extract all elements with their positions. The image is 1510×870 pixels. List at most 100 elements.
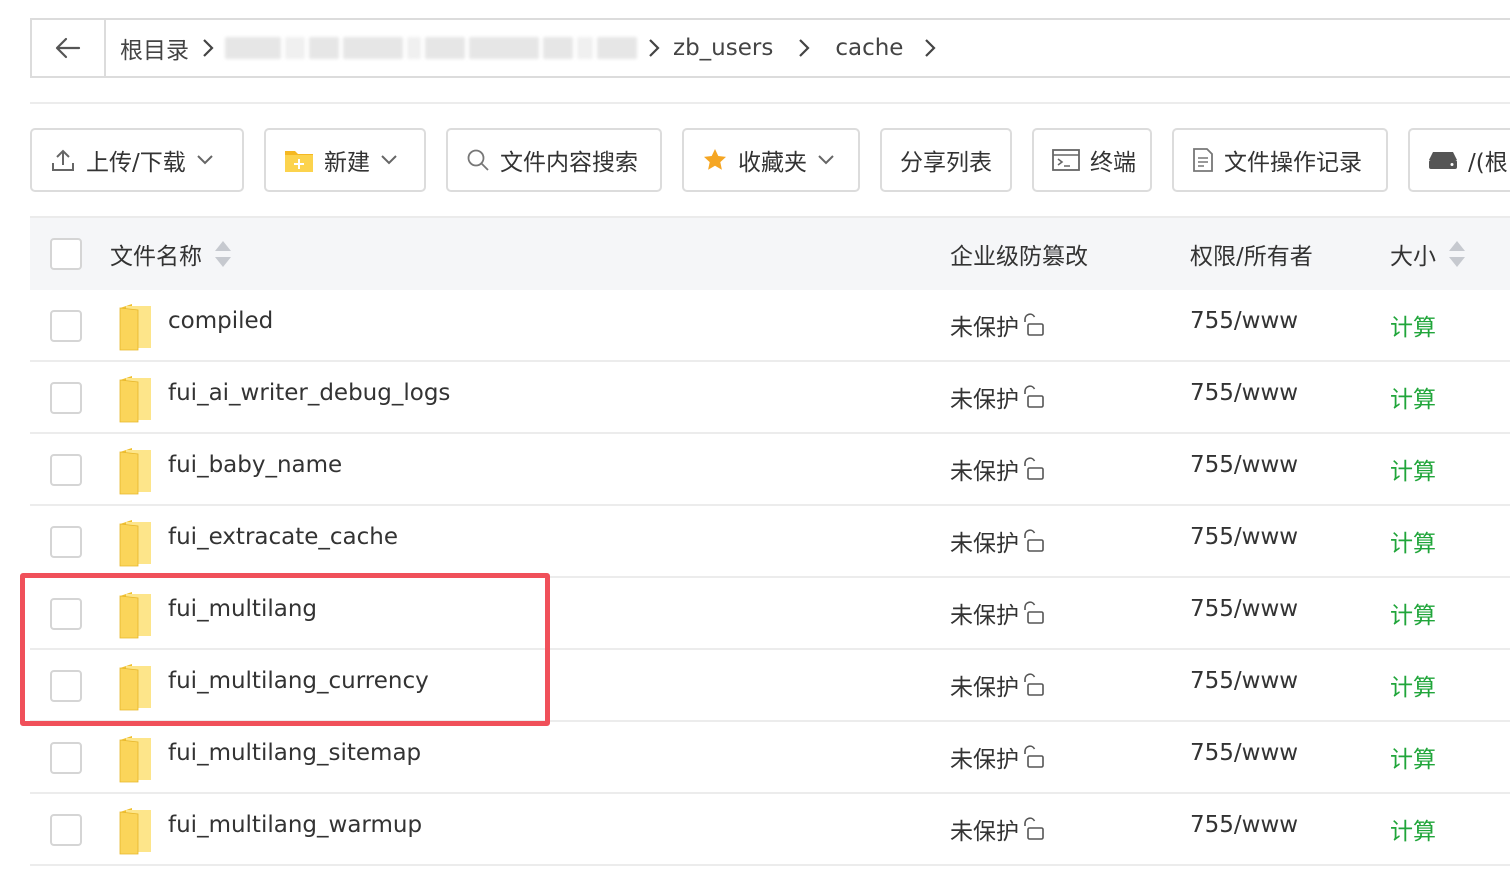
- permission-owner[interactable]: 755/www: [1190, 668, 1298, 694]
- breadcrumb-item-cache[interactable]: cache: [833, 35, 905, 61]
- protection-status[interactable]: 未保护: [950, 380, 1045, 414]
- breadcrumb-root[interactable]: 根目录: [118, 31, 191, 65]
- table-row[interactable]: fui_multilang_warmup 未保护 755/www 计算: [30, 794, 1510, 866]
- redacted-path: [225, 31, 637, 65]
- file-name[interactable]: fui_multilang_warmup: [168, 812, 422, 838]
- protection-label: 未保护: [950, 819, 1019, 845]
- calculate-size-link[interactable]: 计算: [1390, 668, 1436, 702]
- folder-icon: [119, 448, 151, 495]
- unlock-icon: [1024, 457, 1044, 480]
- file-name[interactable]: fui_multilang_sitemap: [168, 740, 421, 766]
- file-operation-log-button[interactable]: 文件操作记录: [1172, 128, 1388, 192]
- permission-owner[interactable]: 755/www: [1190, 524, 1298, 550]
- star-icon: [704, 149, 726, 170]
- new-label: 新建: [324, 150, 370, 176]
- column-header-name[interactable]: 文件名称: [110, 237, 234, 271]
- row-checkbox[interactable]: [50, 670, 82, 702]
- calculate-size-link[interactable]: 计算: [1390, 308, 1436, 342]
- file-name[interactable]: fui_ai_writer_debug_logs: [168, 380, 450, 406]
- calculate-size-link[interactable]: 计算: [1390, 740, 1436, 774]
- select-all-checkbox[interactable]: [50, 238, 82, 270]
- file-operation-log-label: 文件操作记录: [1224, 150, 1362, 176]
- chevron-down-icon: [197, 155, 213, 165]
- share-list-button[interactable]: 分享列表: [880, 128, 1012, 192]
- table-row[interactable]: fui_baby_name 未保护 755/www 计算: [30, 434, 1510, 506]
- row-checkbox[interactable]: [50, 382, 82, 414]
- table-row[interactable]: fui_ai_writer_debug_logs 未保护 755/www 计算: [30, 362, 1510, 434]
- calculate-size-link[interactable]: 计算: [1390, 452, 1436, 486]
- protection-status[interactable]: 未保护: [950, 596, 1045, 630]
- protection-label: 未保护: [950, 459, 1019, 485]
- document-icon: [1193, 148, 1213, 172]
- row-checkbox[interactable]: [50, 526, 82, 558]
- unlock-icon: [1024, 385, 1044, 408]
- chevron-right-icon: [637, 37, 671, 59]
- file-name[interactable]: fui_extracate_cache: [168, 524, 398, 550]
- folder-icon: [119, 664, 151, 711]
- protection-label: 未保护: [950, 387, 1019, 413]
- column-header-size-label: 大小: [1390, 244, 1436, 270]
- file-name[interactable]: fui_multilang_currency: [168, 668, 429, 694]
- upload-download-button[interactable]: 上传/下载: [30, 128, 244, 192]
- row-checkbox[interactable]: [50, 454, 82, 486]
- new-button[interactable]: 新建: [264, 128, 426, 192]
- protection-status[interactable]: 未保护: [950, 308, 1045, 342]
- table-row[interactable]: compiled 未保护 755/www 计算: [30, 290, 1510, 362]
- protection-label: 未保护: [950, 747, 1019, 773]
- hard-drive-icon: [1429, 152, 1457, 169]
- favorites-button[interactable]: 收藏夹: [682, 128, 860, 192]
- chevron-right-icon: [905, 37, 955, 59]
- protection-status[interactable]: 未保护: [950, 452, 1045, 486]
- permission-owner[interactable]: 755/www: [1190, 308, 1298, 334]
- row-checkbox[interactable]: [50, 814, 82, 846]
- terminal-button[interactable]: 终端: [1032, 128, 1152, 192]
- back-button[interactable]: [32, 20, 106, 76]
- calculate-size-link[interactable]: 计算: [1390, 812, 1436, 846]
- content-search-button[interactable]: 文件内容搜索: [446, 128, 662, 192]
- protection-status[interactable]: 未保护: [950, 812, 1045, 846]
- permission-owner[interactable]: 755/www: [1190, 740, 1298, 766]
- new-folder-icon: [285, 151, 313, 172]
- unlock-icon: [1024, 313, 1044, 336]
- disk-root-button[interactable]: /(根: [1408, 128, 1510, 192]
- permission-owner[interactable]: 755/www: [1190, 812, 1298, 838]
- calculate-size-link[interactable]: 计算: [1390, 596, 1436, 630]
- row-checkbox[interactable]: [50, 598, 82, 630]
- unlock-icon: [1024, 745, 1044, 768]
- permission-owner[interactable]: 755/www: [1190, 596, 1298, 622]
- protection-status[interactable]: 未保护: [950, 668, 1045, 702]
- unlock-icon: [1024, 673, 1044, 696]
- calculate-size-link[interactable]: 计算: [1390, 380, 1436, 414]
- calculate-size-link[interactable]: 计算: [1390, 524, 1436, 558]
- file-name[interactable]: fui_multilang: [168, 596, 317, 622]
- breadcrumb-item-zb-users[interactable]: zb_users: [671, 35, 775, 61]
- protection-status[interactable]: 未保护: [950, 740, 1045, 774]
- disk-root-label: /(根: [1468, 150, 1508, 176]
- upload-download-label: 上传/下载: [86, 150, 186, 176]
- chevron-right-icon: [775, 37, 833, 59]
- arrow-left-icon: [55, 37, 81, 59]
- file-name[interactable]: fui_baby_name: [168, 452, 342, 478]
- permission-owner[interactable]: 755/www: [1190, 380, 1298, 406]
- file-name[interactable]: compiled: [168, 308, 273, 334]
- protection-status[interactable]: 未保护: [950, 524, 1045, 558]
- folder-icon: [119, 304, 151, 351]
- folder-icon: [119, 808, 151, 855]
- protection-label: 未保护: [950, 531, 1019, 557]
- table-row[interactable]: fui_multilang_currency 未保护 755/www 计算: [30, 650, 1510, 722]
- column-header-perm: 权限/所有者: [1190, 237, 1313, 271]
- permission-owner[interactable]: 755/www: [1190, 452, 1298, 478]
- row-checkbox[interactable]: [50, 742, 82, 774]
- table-row[interactable]: fui_extracate_cache 未保护 755/www 计算: [30, 506, 1510, 578]
- terminal-icon: [1052, 149, 1080, 171]
- column-header-size[interactable]: 大小: [1390, 237, 1468, 271]
- breadcrumb: 根目录 zb_users cache: [30, 18, 1510, 78]
- chevron-right-icon: [191, 37, 225, 59]
- table-row[interactable]: fui_multilang 未保护 755/www 计算: [30, 578, 1510, 650]
- content-search-label: 文件内容搜索: [500, 150, 638, 176]
- share-list-label: 分享列表: [900, 150, 992, 176]
- row-checkbox[interactable]: [50, 310, 82, 342]
- folder-icon: [119, 376, 151, 423]
- table-row[interactable]: fui_multilang_sitemap 未保护 755/www 计算: [30, 722, 1510, 794]
- chevron-down-icon: [381, 155, 397, 165]
